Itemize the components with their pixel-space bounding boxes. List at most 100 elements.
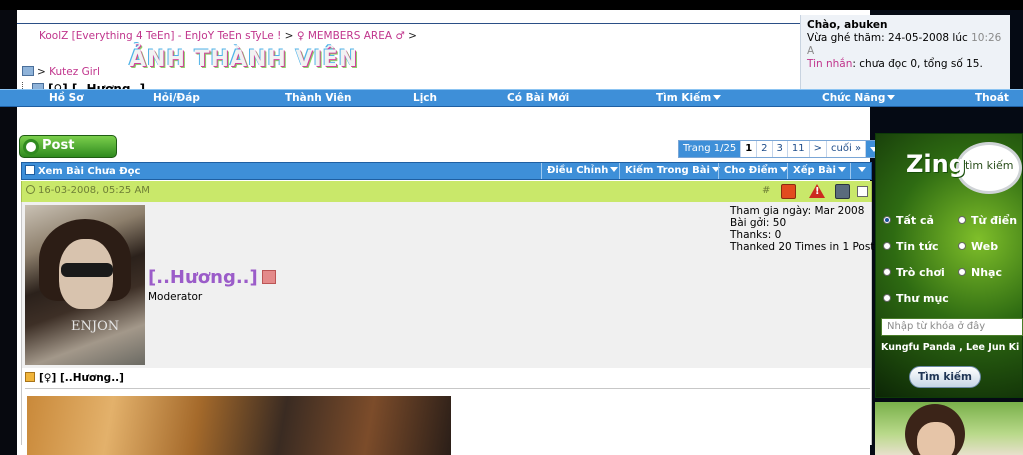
page-navigation: Trang 1/25 1 2 3 11 > cuối »: [678, 140, 884, 158]
ad-search-input[interactable]: Nhập từ khóa ở đây: [881, 318, 1023, 336]
ad-lens-text: tìm kiếm: [965, 159, 1014, 172]
offline-status-icon: [261, 270, 276, 284]
forum-header: KoolZ [Everything 4 TeEn] - EnJoY TeEn s…: [17, 25, 870, 99]
welcome-panel: Chào, abuken Vừa ghé thăm: 24-05-2008 lú…: [800, 15, 1010, 89]
toolbar-divider: [619, 163, 620, 179]
page-link[interactable]: 2: [757, 141, 773, 157]
rate-thread-menu[interactable]: Cho Điểm: [724, 165, 788, 176]
nav-quick-links-menu[interactable]: Chức Năng: [822, 92, 896, 104]
zing-search-ad: tìm kiếm Zing Tất cả Từ điển Tin tức Web…: [875, 133, 1023, 398]
folder-icon: [22, 66, 34, 76]
print-icon[interactable]: [835, 184, 850, 199]
search-thread-menu[interactable]: Kiếm Trong Bài: [625, 165, 720, 176]
mark-unread-label: Xem Bài Chưa Đọc: [38, 166, 141, 177]
breadcrumb-forum: > Kutez Girl: [22, 66, 100, 78]
thanked-count: Thanked 20 Times in 1 Post: [730, 241, 875, 253]
post-permalink[interactable]: #: [762, 185, 770, 196]
forum-banner: ẢNH THÀNH VIÊN: [129, 47, 359, 72]
mark-unread-link[interactable]: Xem Bài Chưa Đọc: [25, 165, 140, 177]
last-visit-label: Vừa ghé thăm: 24-05-2008 lúc: [807, 32, 968, 44]
ad-option-web[interactable]: Web: [958, 240, 998, 253]
user-title: Moderator: [148, 291, 203, 303]
nav-faq[interactable]: Hỏi/Đáp: [153, 92, 200, 104]
warning-icon[interactable]: [809, 184, 825, 199]
welcome-greeting: Chào, abuken: [807, 19, 888, 31]
top-black-bar: [0, 0, 1023, 10]
message-photo[interactable]: [27, 396, 451, 455]
post-username-text: [..Hương..]: [148, 267, 258, 288]
search-thread-label: Kiếm Trong Bài: [625, 165, 710, 176]
private-messages-link[interactable]: Tin nhắn: [807, 58, 852, 70]
main-nav-bar: Hồ Sơ Hỏi/Đáp Thành Viên Lịch Có Bài Mới…: [0, 89, 1023, 107]
ad-option-games[interactable]: Trò chơi: [883, 266, 945, 279]
radio-icon: [958, 268, 966, 276]
chevron-down-icon: [713, 95, 722, 100]
report-icon[interactable]: [781, 184, 796, 199]
breadcrumb-separator: >: [284, 30, 294, 42]
last-page-link[interactable]: cuối »: [827, 141, 867, 157]
chevron-down-icon: [887, 95, 896, 100]
nav-profile[interactable]: Hồ Sơ: [49, 92, 83, 104]
page-link[interactable]: 11: [788, 141, 810, 157]
ad-option-label: Trò chơi: [896, 266, 945, 279]
thread-tools-bar: Xem Bài Chưa Đọc Điều Chỉnh Kiếm Trong B…: [21, 162, 872, 180]
tools-dropdown[interactable]: [856, 165, 866, 176]
thanks-count: Thanks: 0: [730, 229, 782, 241]
ad-option-label: Từ điển: [971, 214, 1018, 227]
next-page-link[interactable]: >: [810, 141, 828, 157]
radio-icon: [883, 294, 891, 302]
breadcrumb-separator: >: [37, 66, 46, 78]
nav-logout[interactable]: Thoát: [975, 92, 1009, 104]
display-mode-menu[interactable]: Xếp Bài: [793, 165, 846, 176]
avatar-glasses: [61, 263, 113, 277]
reply-icon: [23, 139, 39, 155]
avatar[interactable]: ENJON: [25, 205, 145, 365]
thread-tools-menu[interactable]: Điều Chỉnh: [547, 165, 619, 176]
ad-hot-keywords[interactable]: Kungfu Panda , Lee Jun Ki: [881, 342, 1019, 353]
radio-icon: [958, 242, 966, 250]
chevron-down-icon: [858, 167, 866, 172]
ad-option-label: Web: [971, 240, 999, 253]
ad-option-news[interactable]: Tin tức: [883, 240, 939, 253]
radio-selected-icon: [883, 216, 891, 224]
message-title: [♀] [..Hương..]: [25, 372, 124, 384]
select-post-checkbox[interactable]: [857, 186, 868, 197]
ad-photo-face: [917, 422, 955, 455]
nav-members[interactable]: Thành Viên: [285, 92, 351, 104]
ad-option-dictionary[interactable]: Từ điển: [958, 214, 1017, 227]
post-reply-button[interactable]: Post Reply: [19, 135, 117, 173]
breadcrumb-separator: >: [408, 30, 417, 42]
radio-icon: [883, 242, 891, 250]
post-userinfo-row: ENJON [..Hương..] Moderator Tham gia ngà…: [21, 202, 875, 368]
breadcrumb-forum-link[interactable]: Kutez Girl: [49, 66, 100, 78]
left-background-strip: [0, 10, 17, 455]
header-spacer: [17, 10, 870, 24]
private-messages-count: : chưa đọc 0, tổng số 15.: [852, 58, 983, 70]
page-indicator[interactable]: Trang 1/25: [679, 141, 742, 157]
toolbar-divider: [718, 163, 719, 179]
nav-search-menu[interactable]: Tìm Kiếm: [656, 92, 722, 104]
checkbox-icon: [25, 165, 35, 175]
post-date: 16-03-2008, 05:25 AM: [26, 185, 150, 196]
ad-option-label: Thư mục: [896, 292, 949, 305]
nav-calendar[interactable]: Lịch: [413, 92, 437, 104]
post-date-text: 16-03-2008, 05:25 AM: [38, 185, 150, 196]
post-icon: [25, 372, 35, 382]
ad-option-directory[interactable]: Thư mục: [883, 292, 949, 305]
nav-new-posts[interactable]: Có Bài Mới: [507, 92, 569, 104]
breadcrumb: KoolZ [Everything 4 TeEn] - EnJoY TeEn s…: [39, 30, 417, 42]
toolbar-divider: [787, 163, 788, 179]
page-link[interactable]: 3: [773, 141, 788, 157]
nav-quick-links-label: Chức Năng: [822, 92, 886, 104]
breadcrumb-home-link[interactable]: KoolZ [Everything 4 TeEn] - EnJoY TeEn s…: [39, 30, 281, 42]
ad-option-music[interactable]: Nhạc: [958, 266, 1002, 279]
post-username[interactable]: [..Hương..]: [148, 267, 276, 288]
ad-search-button[interactable]: Tìm kiếm: [909, 366, 981, 388]
avatar-watermark: ENJON: [71, 319, 120, 334]
ad-option-all[interactable]: Tất cả: [883, 214, 934, 227]
breadcrumb-members-area-link[interactable]: ♀ MEMBERS AREA ♂: [297, 30, 405, 42]
thread-tools-label: Điều Chỉnh: [547, 165, 609, 176]
private-messages: Tin nhắn: chưa đọc 0, tổng số 15.: [807, 58, 1004, 71]
nav-search-label: Tìm Kiếm: [656, 92, 712, 104]
photo-ad[interactable]: [875, 402, 1023, 455]
